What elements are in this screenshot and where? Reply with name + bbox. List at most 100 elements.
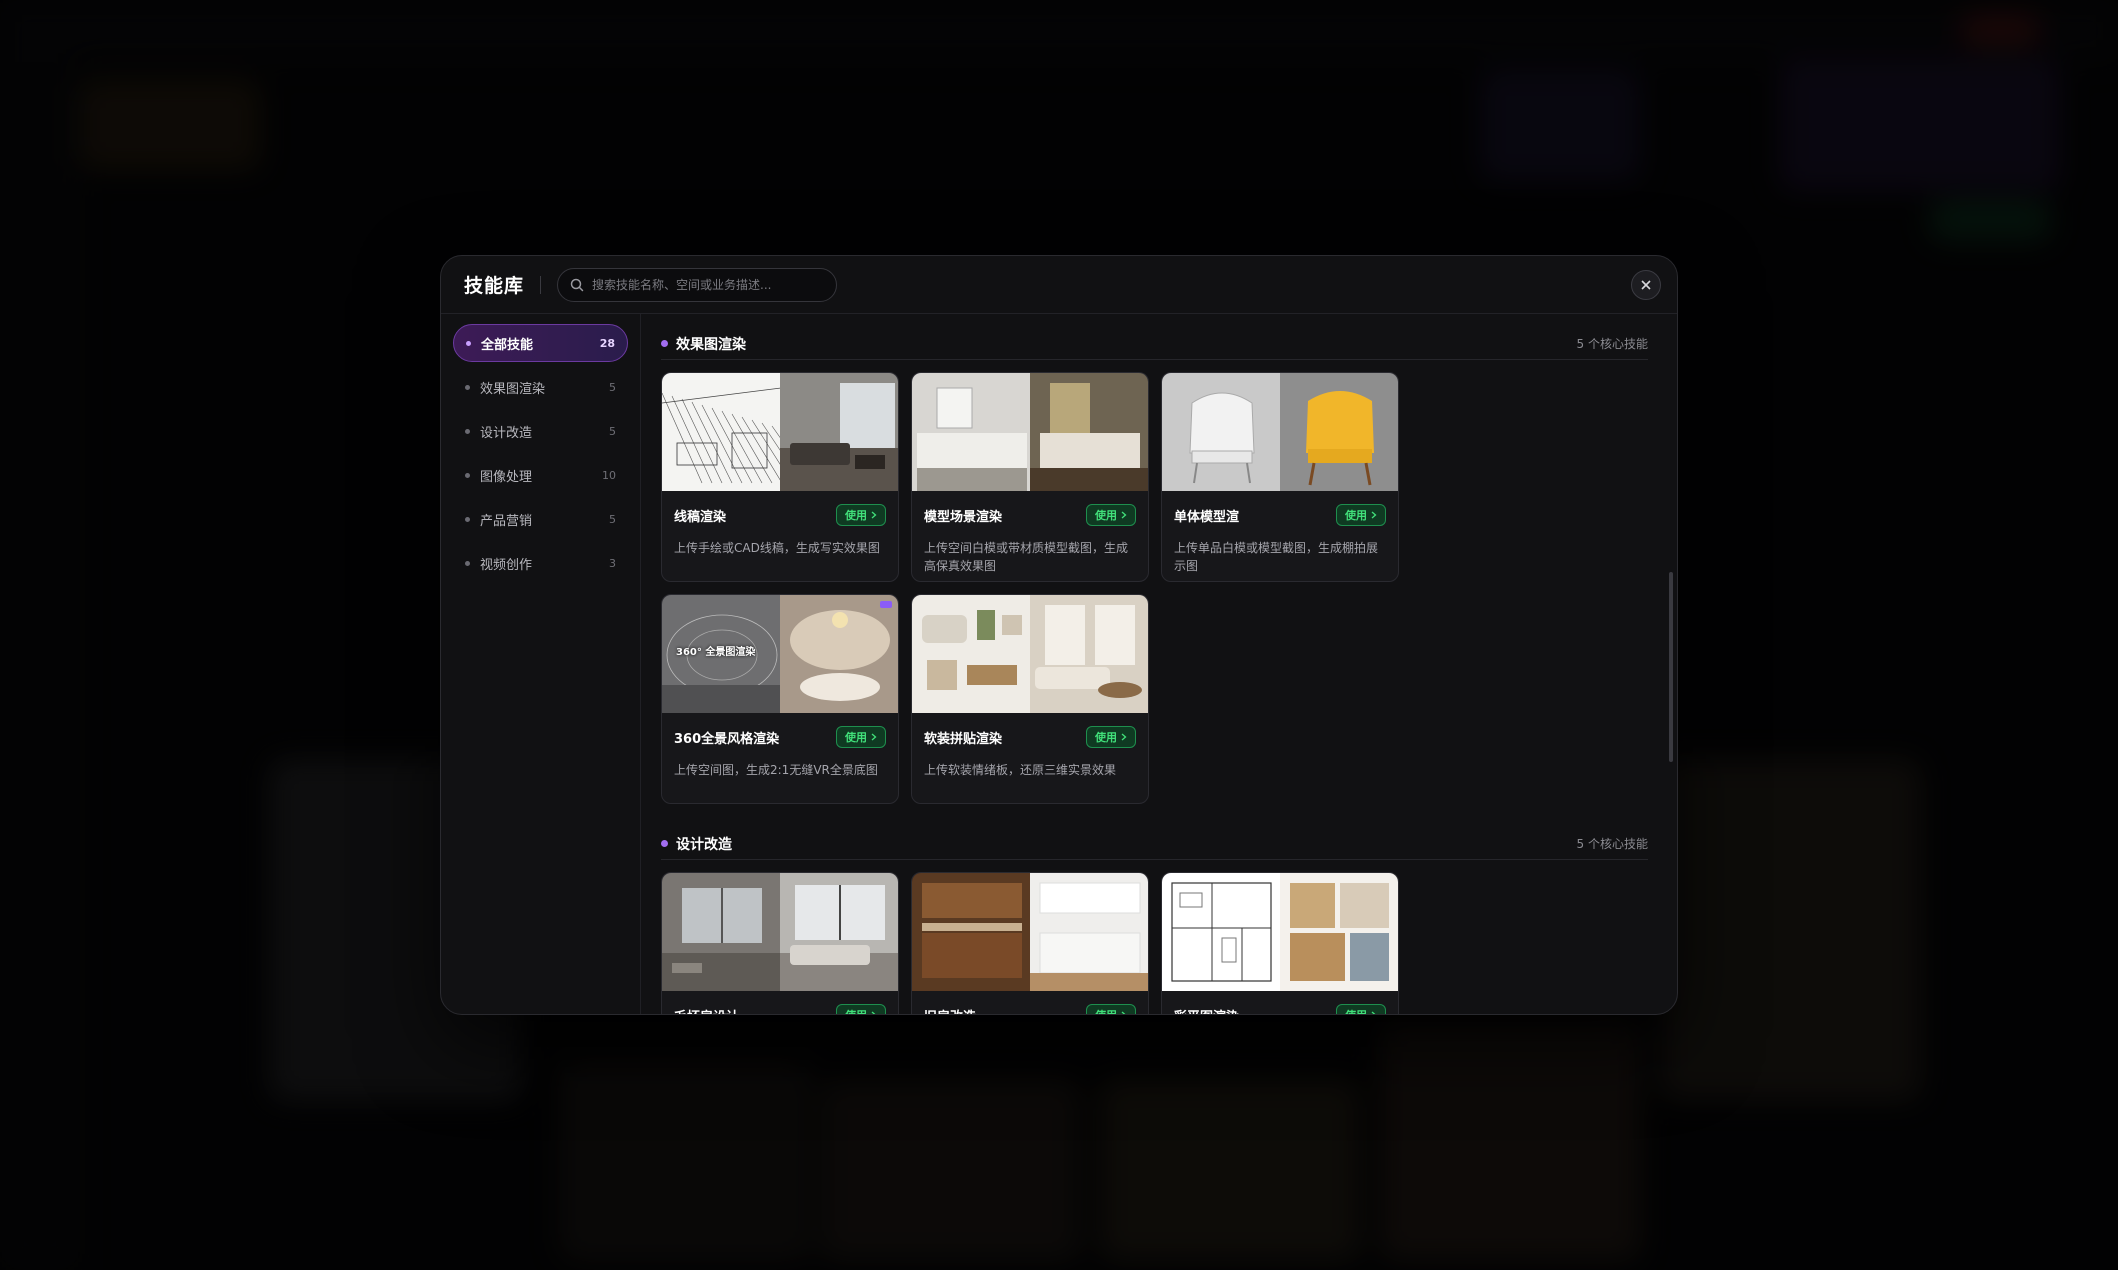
skill-card[interactable]: 旧房改造 使用 bbox=[911, 872, 1149, 1015]
thumbnail-before bbox=[912, 595, 1030, 713]
thumbnail-before bbox=[1162, 373, 1280, 491]
search-input[interactable] bbox=[592, 277, 813, 292]
card-body: 彩平图渲染 使用 bbox=[1162, 991, 1398, 1014]
nav-dot bbox=[465, 472, 470, 478]
nav-dot bbox=[466, 340, 471, 346]
skill-thumbnail bbox=[1162, 873, 1398, 991]
skill-thumbnail bbox=[912, 873, 1148, 991]
header-divider bbox=[540, 275, 542, 294]
thumbnail-after bbox=[1280, 873, 1398, 991]
nav-dot bbox=[465, 384, 470, 390]
content-scrollbar[interactable] bbox=[1669, 572, 1673, 762]
nav-item-label: 全部技能 bbox=[481, 337, 534, 353]
skill-description: 上传手绘或CAD线稿，生成写实效果图 bbox=[674, 541, 880, 555]
nav-item-label: 设计改造 bbox=[480, 425, 533, 441]
skill-thumbnail: 360° 全景图渲染 bbox=[662, 595, 898, 713]
skill-card[interactable]: 线稿渲染 使用 上传手绘或CAD线稿，生成写实效果图 bbox=[661, 372, 899, 582]
skill-section: 设计改造 5 个核心技能 毛坯房设计 使用 bbox=[661, 828, 1648, 1015]
card-title-row: 模型场景渲染 使用 bbox=[924, 503, 1136, 527]
skill-thumbnail bbox=[662, 373, 898, 491]
card-title-row: 360全景风格渲染 使用 bbox=[674, 725, 886, 749]
chevron-right-icon bbox=[1121, 511, 1127, 519]
nav-item[interactable]: 效果图渲染 5 bbox=[453, 368, 628, 406]
card-title-row: 单体模型渲 使用 bbox=[1174, 503, 1386, 527]
card-title-row: 彩平图渲染 使用 bbox=[1174, 1003, 1386, 1014]
skill-description: 上传单品白模或模型截图，生成棚拍展示图 bbox=[1174, 541, 1379, 573]
skill-card[interactable]: 软装拼贴渲染 使用 上传软装情绪板，还原三维实景效果 bbox=[911, 594, 1149, 804]
thumbnail-after bbox=[780, 595, 898, 713]
search-icon bbox=[570, 278, 584, 291]
nav-item-label: 视频创作 bbox=[480, 557, 533, 573]
thumbnail-after bbox=[1280, 373, 1398, 491]
card-body: 模型场景渲染 使用 上传空间白模或带材质模型截图，生成高保真效果图 bbox=[912, 491, 1148, 577]
nav-item-count: 3 bbox=[609, 556, 616, 570]
section-title: 效果图渲染 bbox=[676, 336, 746, 353]
use-button[interactable]: 使用 bbox=[1336, 1004, 1386, 1014]
card-title-row: 毛坯房设计 使用 bbox=[674, 1003, 886, 1015]
skill-card[interactable]: 彩平图渲染 使用 bbox=[1161, 872, 1399, 1014]
thumbnail-before bbox=[662, 873, 780, 991]
section-count: 5 个核心技能 bbox=[1576, 837, 1648, 851]
use-button[interactable]: 使用 bbox=[1086, 1004, 1136, 1014]
use-button-label: 使用 bbox=[1095, 509, 1117, 522]
skill-thumbnail bbox=[662, 873, 898, 991]
chevron-right-icon bbox=[871, 511, 877, 519]
section-dot bbox=[661, 340, 668, 347]
thumbnail-overlay-label: 360° 全景图渲染 bbox=[676, 647, 756, 658]
skill-card[interactable]: 模型场景渲染 使用 上传空间白模或带材质模型截图，生成高保真效果图 bbox=[911, 372, 1149, 582]
skill-grid: 毛坯房设计 使用 旧房改造 使用 bbox=[661, 872, 1648, 1015]
card-body: 线稿渲染 使用 上传手绘或CAD线稿，生成写实效果图 bbox=[662, 491, 898, 577]
close-icon bbox=[1641, 280, 1651, 290]
nav-item[interactable]: 全部技能 28 bbox=[453, 324, 628, 362]
card-body: 毛坯房设计 使用 bbox=[662, 991, 898, 1015]
use-button[interactable]: 使用 bbox=[836, 726, 886, 748]
nav-item[interactable]: 设计改造 5 bbox=[453, 412, 628, 450]
skill-library-modal: 技能库 全部技能 28 效果图渲染 5 设计改造 5 图像处理 10 产品营销 … bbox=[440, 255, 1678, 1015]
section-header: 效果图渲染 5 个核心技能 bbox=[661, 328, 1648, 360]
nav-item[interactable]: 视频创作 3 bbox=[453, 544, 628, 582]
thumbnail-before bbox=[912, 873, 1030, 991]
skill-card[interactable]: 360° 全景图渲染 360全景风格渲染 使用 上传空间图，生成2:1无缝VR全… bbox=[661, 594, 899, 804]
nav-item-label: 图像处理 bbox=[480, 469, 533, 485]
thumbnail-before bbox=[1162, 873, 1280, 991]
card-title-row: 线稿渲染 使用 bbox=[674, 503, 886, 527]
chevron-right-icon bbox=[1121, 733, 1127, 741]
search-box[interactable] bbox=[557, 267, 838, 302]
use-button[interactable]: 使用 bbox=[1086, 504, 1136, 526]
skill-description: 上传空间图，生成2:1无缝VR全景底图 bbox=[674, 763, 878, 777]
skill-card[interactable]: 毛坯房设计 使用 bbox=[661, 872, 899, 1015]
use-button-label: 使用 bbox=[1095, 731, 1117, 744]
nav-item-count: 5 bbox=[609, 380, 616, 394]
skill-content[interactable]: 效果图渲染 5 个核心技能 线稿渲染 使用 上传手绘或CAD线稿，生成写实效果图 bbox=[642, 314, 1657, 1015]
chevron-right-icon bbox=[1121, 1011, 1126, 1014]
skill-name: 360全景风格渲染 bbox=[674, 731, 780, 747]
card-title-row: 软装拼贴渲染 使用 bbox=[924, 725, 1136, 749]
use-button[interactable]: 使用 bbox=[836, 504, 886, 526]
skill-name: 毛坯房设计 bbox=[674, 1006, 739, 1015]
use-button-label: 使用 bbox=[1095, 1007, 1117, 1014]
nav-item[interactable]: 图像处理 10 bbox=[453, 456, 628, 494]
section-count: 5 个核心技能 bbox=[1576, 337, 1648, 351]
use-button[interactable]: 使用 bbox=[1086, 726, 1136, 748]
skill-thumbnail bbox=[912, 373, 1148, 491]
nav-item-count: 10 bbox=[602, 468, 616, 482]
skill-name: 旧房改造 bbox=[924, 1006, 976, 1015]
card-title-row: 旧房改造 使用 bbox=[924, 1003, 1136, 1015]
nav-item[interactable]: 产品营销 5 bbox=[453, 500, 628, 538]
use-button-label: 使用 bbox=[845, 509, 867, 522]
card-body: 软装拼贴渲染 使用 上传软装情绪板，还原三维实景效果 bbox=[912, 713, 1148, 799]
use-button[interactable]: 使用 bbox=[1336, 504, 1386, 526]
thumbnail-after bbox=[1030, 595, 1148, 713]
use-button[interactable]: 使用 bbox=[836, 1004, 886, 1014]
nav-item-count: 5 bbox=[609, 512, 616, 526]
chevron-right-icon bbox=[871, 733, 877, 741]
skill-description: 上传空间白模或带材质模型截图，生成高保真效果图 bbox=[924, 541, 1129, 573]
use-button-label: 使用 bbox=[1345, 509, 1367, 522]
skill-thumbnail bbox=[1162, 373, 1398, 491]
use-button-label: 使用 bbox=[1345, 1007, 1367, 1014]
close-button[interactable] bbox=[1631, 270, 1661, 300]
skill-card[interactable]: 单体模型渲 使用 上传单品白模或模型截图，生成棚拍展示图 bbox=[1161, 372, 1399, 582]
card-body: 旧房改造 使用 bbox=[912, 991, 1148, 1015]
skill-section: 效果图渲染 5 个核心技能 线稿渲染 使用 上传手绘或CAD线稿，生成写实效果图 bbox=[661, 328, 1648, 804]
category-nav: 全部技能 28 效果图渲染 5 设计改造 5 图像处理 10 产品营销 5 视频… bbox=[441, 314, 641, 1014]
